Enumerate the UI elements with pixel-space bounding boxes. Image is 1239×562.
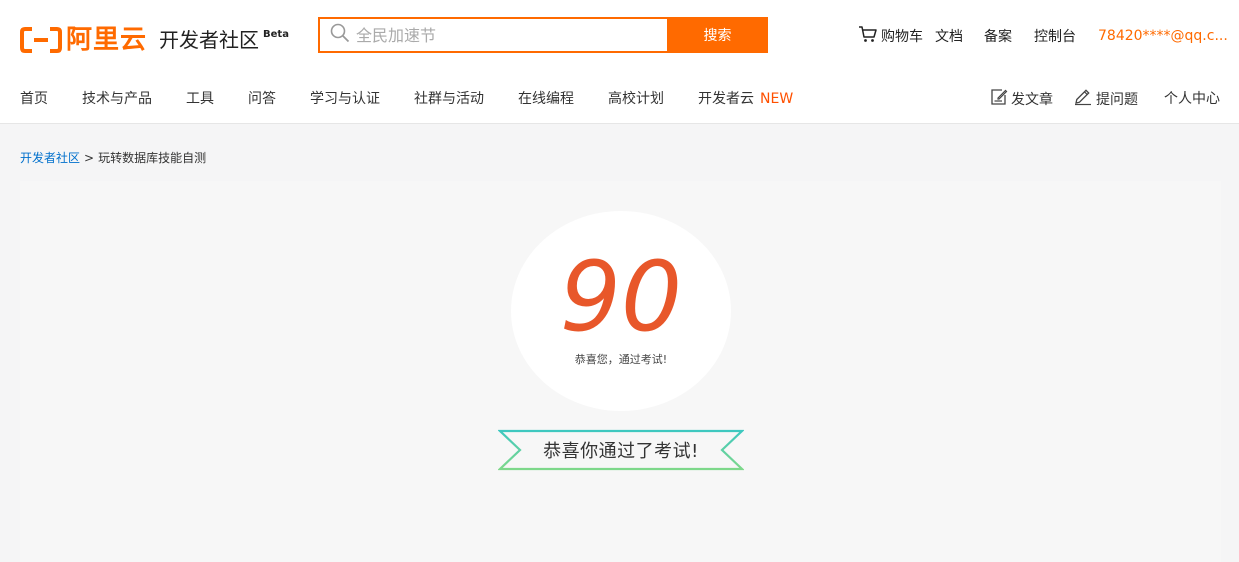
- personal-center-link[interactable]: 个人中心: [1164, 88, 1220, 108]
- nav-item-tech-products[interactable]: 技术与产品: [82, 88, 152, 108]
- breadcrumb-current: 玩转数据库技能自测: [98, 151, 207, 165]
- main-nav: 首页 技术与产品 工具 问答 学习与认证 社群与活动 在线编程 高校计划 开发者…: [0, 88, 1239, 108]
- search-box[interactable]: [318, 17, 667, 53]
- new-badge: NEW: [760, 91, 794, 107]
- aliyun-logo-icon: [20, 26, 62, 54]
- search-bar: 搜索: [318, 17, 768, 53]
- filing-link[interactable]: 备案: [984, 26, 1012, 46]
- nav-item-home[interactable]: 首页: [20, 88, 48, 108]
- logo-text: 阿里云: [66, 25, 148, 55]
- nav-item-developer-cloud[interactable]: 开发者云 NEW: [698, 88, 793, 108]
- score-circle: 90 恭喜您，通过考试!: [511, 211, 731, 411]
- header: 阿里云 开发者社区 Beta 搜索 购物车: [0, 0, 1239, 124]
- logo[interactable]: 阿里云 开发者社区 Beta: [20, 24, 289, 56]
- exam-score: 90: [559, 241, 683, 353]
- nav-item-tools[interactable]: 工具: [186, 88, 214, 108]
- cart-link[interactable]: 购物车: [858, 25, 923, 47]
- cart-icon: [858, 25, 881, 47]
- score-message: 恭喜您，通过考试!: [574, 353, 668, 366]
- nav-item-label: 开发者云: [698, 91, 754, 107]
- search-button[interactable]: 搜索: [667, 17, 768, 53]
- cart-label: 购物车: [881, 29, 923, 45]
- nav-item-online-coding[interactable]: 在线编程: [518, 88, 574, 108]
- ask-question-label: 提问题: [1096, 92, 1138, 108]
- top-links: 购物车 文档 备案 控制台 78420****@qq.c...: [858, 26, 1228, 46]
- user-account-link[interactable]: 78420****@qq.c...: [1098, 28, 1228, 44]
- breadcrumb-separator: >: [84, 151, 95, 165]
- write-article-button[interactable]: 发文章: [990, 88, 1053, 110]
- write-article-label: 发文章: [1011, 92, 1053, 108]
- breadcrumb-root-link[interactable]: 开发者社区: [20, 151, 80, 165]
- nav-item-community[interactable]: 社群与活动: [414, 88, 484, 108]
- docs-link[interactable]: 文档: [935, 26, 963, 46]
- beta-badge: Beta: [263, 28, 289, 40]
- nav-item-university[interactable]: 高校计划: [608, 88, 664, 108]
- congrats-ribbon: 恭喜你通过了考试!: [497, 429, 745, 471]
- console-link[interactable]: 控制台: [1034, 26, 1076, 46]
- pencil-icon: [1073, 88, 1096, 110]
- search-icon: [330, 23, 350, 47]
- edit-document-icon: [990, 88, 1011, 110]
- ribbon-text: 恭喜你通过了考试!: [543, 441, 699, 462]
- site-name: 开发者社区: [159, 28, 260, 52]
- ask-question-button[interactable]: 提问题: [1073, 88, 1138, 110]
- nav-item-learning[interactable]: 学习与认证: [310, 88, 380, 108]
- nav-item-qa[interactable]: 问答: [248, 88, 276, 108]
- search-input[interactable]: [356, 25, 656, 45]
- breadcrumb: 开发者社区 > 玩转数据库技能自测: [20, 149, 206, 166]
- result-panel: 90 恭喜您，通过考试! 恭喜你通过了考试!: [20, 181, 1221, 562]
